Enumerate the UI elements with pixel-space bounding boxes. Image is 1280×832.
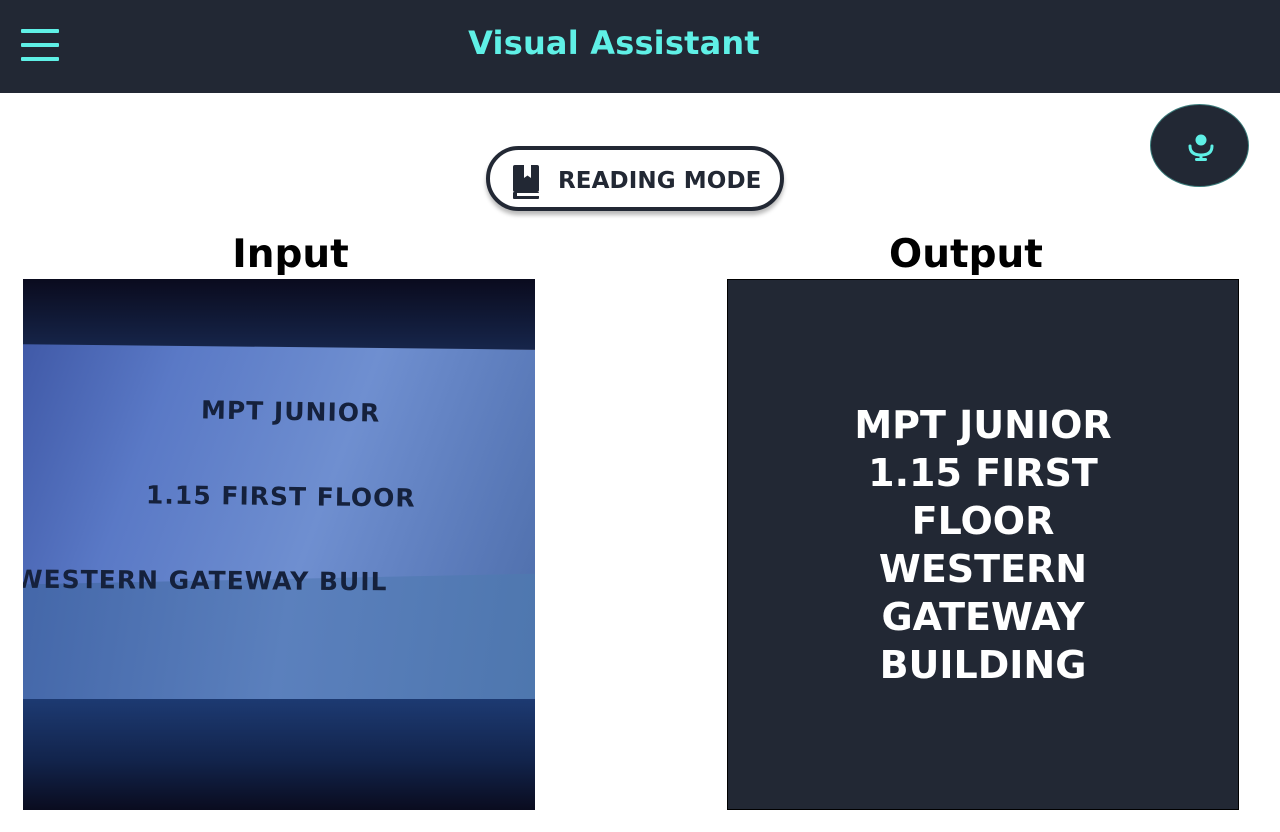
image-background-top — [23, 279, 535, 349]
microphone-button[interactable] — [1150, 104, 1249, 187]
photo-text-line: 1.15 FIRST FLOOR — [145, 480, 416, 513]
output-text: MPT JUNIOR 1.15 FIRST FLOOR WESTERN GATE… — [854, 402, 1112, 687]
output-heading: Output — [889, 232, 1043, 277]
input-heading: Input — [232, 232, 349, 277]
input-camera-image: MPT JUNIOR 1.15 FIRST FLOOR WESTERN GATE… — [23, 279, 535, 810]
output-panel: MPT JUNIOR 1.15 FIRST FLOOR WESTERN GATE… — [727, 279, 1239, 810]
book-icon — [513, 165, 539, 199]
microphone-icon — [1188, 134, 1214, 161]
reading-mode-button[interactable]: READING MODE — [486, 146, 784, 211]
app-header: Visual Assistant — [0, 0, 1280, 93]
photo-text-line: MPT JUNIOR — [200, 395, 381, 428]
photo-text-line: WESTERN GATEWAY BUIL — [23, 564, 388, 597]
app-title: Visual Assistant — [468, 24, 760, 62]
reading-mode-label: READING MODE — [558, 168, 762, 194]
image-background-bottom — [23, 699, 535, 810]
